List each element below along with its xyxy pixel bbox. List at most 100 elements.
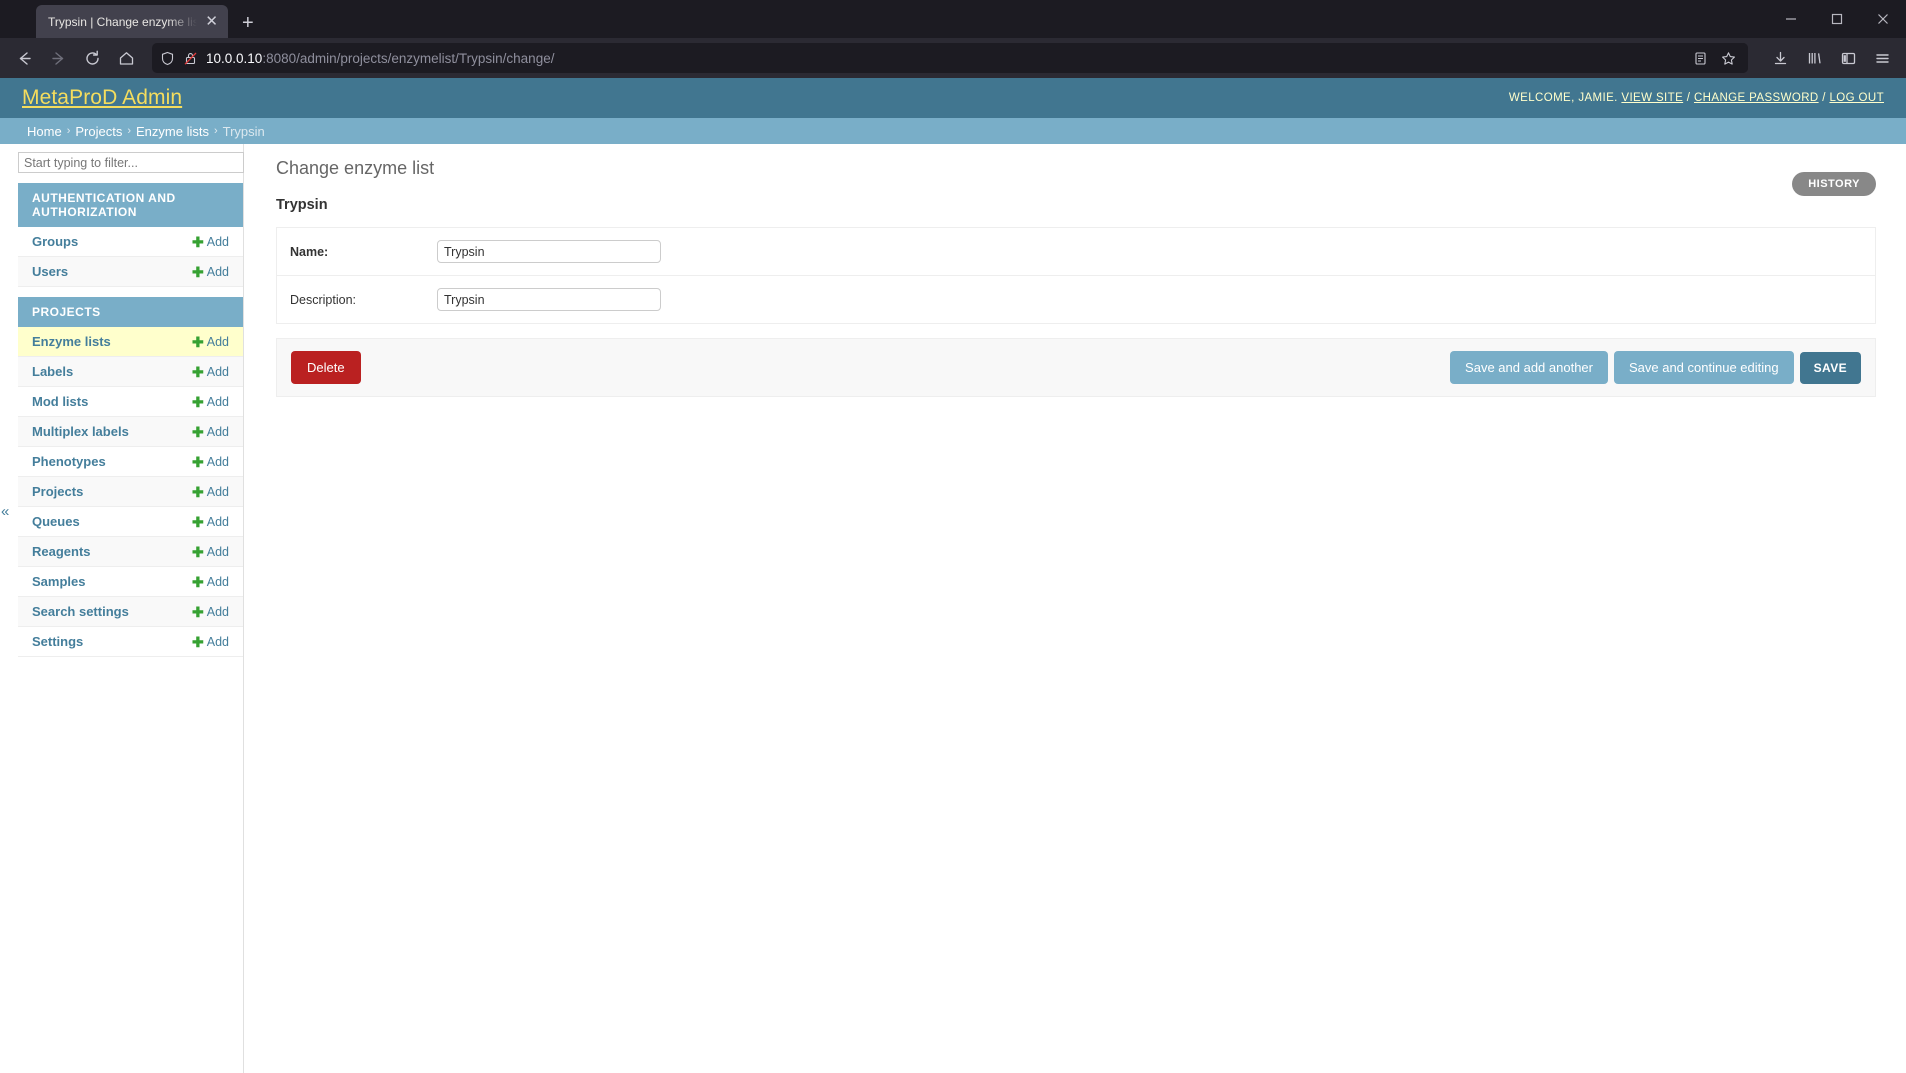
sidebar-item-label[interactable]: Reagents <box>32 544 91 559</box>
lock-crossed-icon[interactable] <box>183 51 198 66</box>
home-icon[interactable] <box>110 42 142 74</box>
name-input[interactable] <box>437 240 661 263</box>
add-label: Add <box>206 234 229 249</box>
sidebar-add-settings[interactable]: ✚ Add <box>192 635 229 649</box>
sidebar-item-enzyme-lists[interactable]: Enzyme lists ✚ Add <box>18 327 243 357</box>
add-label: Add <box>206 484 229 499</box>
sidebar-toggle-icon[interactable] <box>1832 42 1864 74</box>
sidebar-app-projects: PROJECTS Enzyme lists ✚ Add Labels ✚ Add <box>18 297 243 657</box>
sidebar-add-groups[interactable]: ✚ Add <box>192 235 229 249</box>
sidebar-item-mod-lists[interactable]: Mod lists ✚ Add <box>18 387 243 417</box>
save-and-add-another-button[interactable]: Save and add another <box>1450 351 1608 384</box>
sidebar-add-search-settings[interactable]: ✚ Add <box>192 605 229 619</box>
sidebar-item-projects[interactable]: Projects ✚ Add <box>18 477 243 507</box>
back-arrow-icon[interactable] <box>8 42 40 74</box>
add-label: Add <box>206 514 229 529</box>
save-button[interactable]: SAVE <box>1799 351 1861 384</box>
sidebar-add-mod-lists[interactable]: ✚ Add <box>192 395 229 409</box>
tab-title: Trypsin | Change enzyme list | MetaP <box>48 14 198 29</box>
sidebar-item-users[interactable]: Users ✚ Add <box>18 257 243 287</box>
sidebar-item-label[interactable]: Phenotypes <box>32 454 106 469</box>
close-window-icon[interactable] <box>1860 0 1906 38</box>
sidebar-add-phenotypes[interactable]: ✚ Add <box>192 455 229 469</box>
sidebar-add-multiplex-labels[interactable]: ✚ Add <box>192 425 229 439</box>
sidebar-item-settings[interactable]: Settings ✚ Add <box>18 627 243 657</box>
sidebar-add-users[interactable]: ✚ Add <box>192 265 229 279</box>
shield-icon[interactable] <box>160 51 175 66</box>
reader-view-icon[interactable] <box>1686 44 1714 72</box>
delete-button[interactable]: Delete <box>291 351 361 384</box>
sidebar-add-queues[interactable]: ✚ Add <box>192 515 229 529</box>
sidebar-item-phenotypes[interactable]: Phenotypes ✚ Add <box>18 447 243 477</box>
breadcrumb-home[interactable]: Home <box>27 124 62 139</box>
sidebar-item-label[interactable]: Search settings <box>32 604 129 619</box>
sidebar-item-label[interactable]: Groups <box>32 234 78 249</box>
reload-icon[interactable] <box>76 42 108 74</box>
sidebar-item-label[interactable]: Labels <box>32 364 73 379</box>
sidebar-item-samples[interactable]: Samples ✚ Add <box>18 567 243 597</box>
user-tools: WELCOME, JAMIE. VIEW SITE / CHANGE PASSW… <box>1509 92 1884 104</box>
sidebar-item-label[interactable]: Projects <box>32 484 83 499</box>
forward-arrow-icon[interactable] <box>42 42 74 74</box>
breadcrumb-projects[interactable]: Projects <box>75 124 122 139</box>
sidebar-item-label[interactable]: Multiplex labels <box>32 424 129 439</box>
breadcrumb-enzyme-lists[interactable]: Enzyme lists <box>136 124 209 139</box>
add-label: Add <box>206 574 229 589</box>
add-label: Add <box>206 454 229 469</box>
history-button[interactable]: HISTORY <box>1792 172 1876 196</box>
maximize-icon[interactable] <box>1814 0 1860 38</box>
sidebar-item-queues[interactable]: Queues ✚ Add <box>18 507 243 537</box>
sidebar-item-groups[interactable]: Groups ✚ Add <box>18 227 243 257</box>
minimize-icon[interactable] <box>1768 0 1814 38</box>
url-bar[interactable]: 10.0.0.10:8080/admin/projects/enzymelist… <box>152 43 1748 73</box>
sidebar-item-label[interactable]: Users <box>32 264 68 279</box>
save-and-continue-editing-button[interactable]: Save and continue editing <box>1613 351 1794 384</box>
tab-close-icon[interactable]: ✕ <box>203 14 220 29</box>
form-module: Name: Description: <box>276 227 1876 324</box>
add-label: Add <box>206 424 229 439</box>
site-branding[interactable]: MetaProD Admin <box>22 86 182 110</box>
sidebar-item-labels[interactable]: Labels ✚ Add <box>18 357 243 387</box>
log-out-link[interactable]: LOG OUT <box>1829 92 1884 104</box>
body-wrapper: AUTHENTICATION AND AUTHORIZATION Groups … <box>0 144 1906 1073</box>
description-input[interactable] <box>437 288 661 311</box>
form-row-name: Name: <box>277 228 1875 276</box>
sidebar-item-label[interactable]: Queues <box>32 514 80 529</box>
plus-icon: ✚ <box>192 453 204 470</box>
sidebar-item-label[interactable]: Enzyme lists <box>32 334 111 349</box>
sidebar-item-multiplex-labels[interactable]: Multiplex labels ✚ Add <box>18 417 243 447</box>
sidebar-collapse-icon[interactable]: « <box>1 504 9 519</box>
add-label: Add <box>206 364 229 379</box>
change-password-link[interactable]: CHANGE PASSWORD <box>1694 92 1819 104</box>
breadcrumb-current: Trypsin <box>222 123 265 139</box>
sidebar-filter-input[interactable] <box>18 152 244 173</box>
sidebar-item-search-settings[interactable]: Search settings ✚ Add <box>18 597 243 627</box>
description-field-label: Description: <box>290 292 356 307</box>
library-icon[interactable] <box>1798 42 1830 74</box>
add-label: Add <box>206 264 229 279</box>
breadcrumb-separator: › <box>213 125 218 137</box>
sidebar-add-reagents[interactable]: ✚ Add <box>192 545 229 559</box>
sidebar-add-projects[interactable]: ✚ Add <box>192 485 229 499</box>
sidebar-item-reagents[interactable]: Reagents ✚ Add <box>18 537 243 567</box>
hamburger-menu-icon[interactable] <box>1866 42 1898 74</box>
view-site-link[interactable]: VIEW SITE <box>1621 92 1683 104</box>
sidebar-item-label[interactable]: Mod lists <box>32 394 88 409</box>
download-icon[interactable] <box>1764 42 1796 74</box>
star-icon[interactable] <box>1714 44 1742 72</box>
object-name-heading: Trypsin <box>276 197 328 213</box>
sidebar-add-enzyme-lists[interactable]: ✚ Add <box>192 335 229 349</box>
browser-tab[interactable]: Trypsin | Change enzyme list | MetaP ✕ <box>36 5 228 38</box>
sidebar-add-labels[interactable]: ✚ Add <box>192 365 229 379</box>
plus-icon: ✚ <box>192 393 204 410</box>
plus-icon: ✚ <box>192 573 204 590</box>
submit-row: Delete Save and add another Save and con… <box>276 338 1876 397</box>
browser-titlebar: Trypsin | Change enzyme list | MetaP ✕ + <box>0 0 1906 38</box>
sidebar-item-label[interactable]: Settings <box>32 634 83 649</box>
new-tab-button[interactable]: + <box>242 13 254 33</box>
plus-icon: ✚ <box>192 513 204 530</box>
sidebar-item-label[interactable]: Samples <box>32 574 85 589</box>
sidebar-add-samples[interactable]: ✚ Add <box>192 575 229 589</box>
save-button-group: Save and add another Save and continue e… <box>1450 351 1861 384</box>
welcome-message: WELCOME, JAMIE. <box>1508 92 1618 104</box>
